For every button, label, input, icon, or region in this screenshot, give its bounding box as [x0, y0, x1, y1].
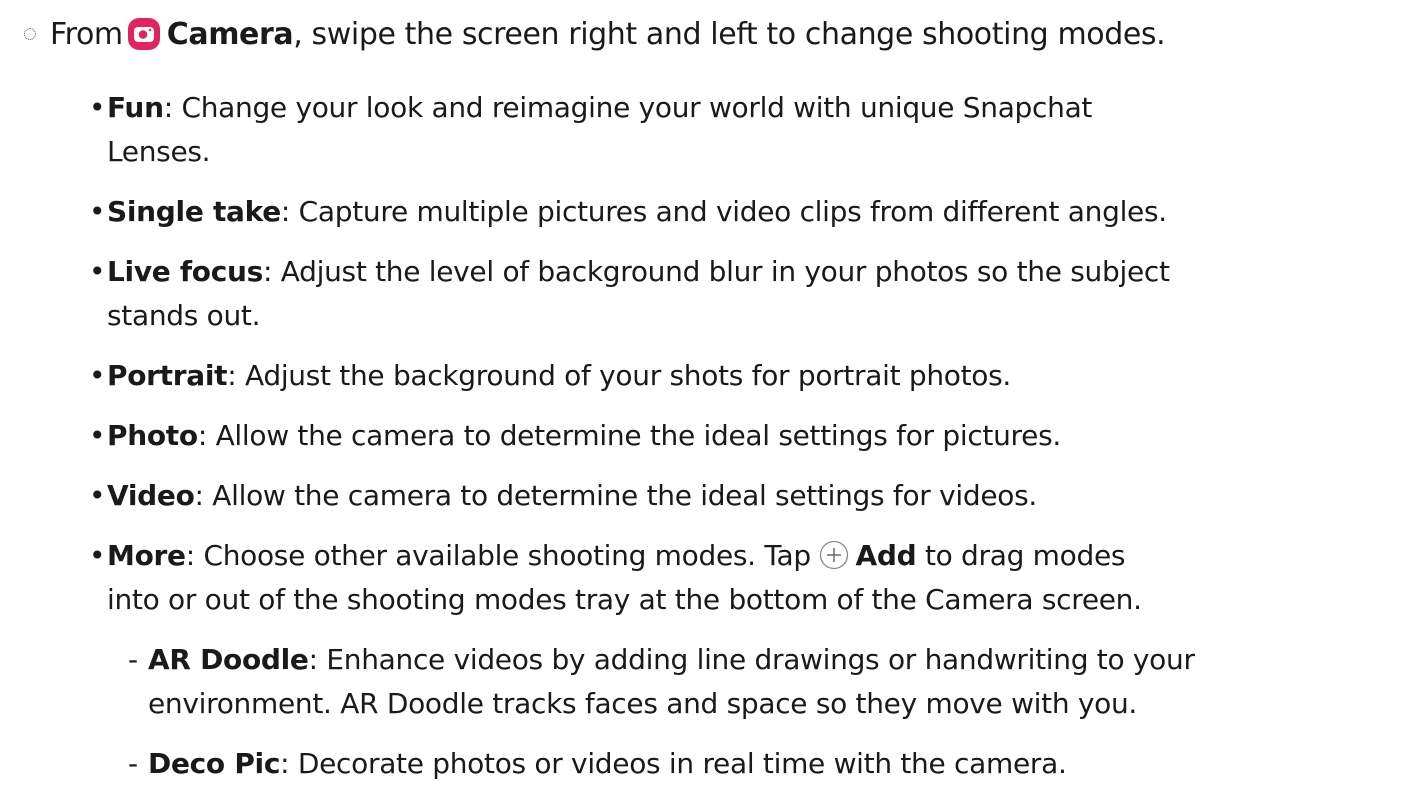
mode-name: More	[107, 539, 186, 572]
item-line: AR Doodle: Enhance videos by adding line…	[148, 643, 1195, 676]
mode-name: Deco Pic	[148, 747, 281, 780]
sublist-item-ar-doodle: - AR Doodle: Enhance videos by adding li…	[128, 638, 1195, 726]
mode-description: Capture multiple pictures and video clip…	[298, 195, 1168, 228]
bullet-icon: •	[89, 419, 106, 452]
add-label: Add	[855, 539, 917, 572]
list-item-fun: • Fun: Change your look and reimagine yo…	[89, 86, 1093, 174]
item-line: Single take: Capture multiple pictures a…	[107, 195, 1168, 228]
item-line: Video: Allow the camera to determine the…	[107, 479, 1037, 512]
bullet-icon: •	[89, 195, 106, 228]
item-line: More: Choose other available shooting mo…	[107, 539, 1126, 572]
intro-paragraph: From Camera, swipe the screen right and l…	[22, 12, 1392, 62]
intro-prefix: From	[50, 17, 123, 52]
mode-name: Photo	[107, 419, 198, 452]
intro-suffix: , swipe the screen right and left to cha…	[293, 17, 1166, 52]
item-line: Deco Pic: Decorate photos or videos in r…	[148, 747, 1067, 780]
help-page: From Camera, swipe the screen right and l…	[0, 0, 1401, 807]
sublist-item-deco-pic: - Deco Pic: Decorate photos or videos in…	[128, 742, 1067, 786]
mode-description: Decorate photos or videos in real time w…	[297, 747, 1067, 780]
camera-app-name: Camera	[166, 17, 294, 52]
bullet-icon: •	[89, 359, 106, 392]
mode-name: Video	[107, 479, 195, 512]
item-line: environment. AR Doodle tracks faces and …	[148, 687, 1138, 720]
bullet-icon: •	[89, 91, 106, 124]
mode-name: Single take	[107, 195, 281, 228]
mode-description: Enhance videos by adding line drawings o…	[326, 643, 1195, 676]
mode-description: Allow the camera to determine the ideal …	[215, 419, 1062, 452]
mode-name: Live focus	[107, 255, 264, 288]
mode-name: AR Doodle	[148, 643, 309, 676]
mode-description: Adjust the level of background blur in y…	[280, 255, 1170, 288]
mode-name: Portrait	[107, 359, 228, 392]
list-item-photo: • Photo: Allow the camera to determine t…	[89, 414, 1062, 458]
mode-name: Fun	[107, 91, 164, 124]
list-item-more: • More: Choose other available shooting …	[89, 534, 1142, 622]
bullet-icon: •	[89, 255, 106, 288]
item-line: Photo: Allow the camera to determine the…	[107, 419, 1062, 452]
camera-icon	[127, 17, 161, 51]
mode-description: Adjust the background of your shots for …	[244, 359, 1012, 392]
bullet-icon: •	[89, 479, 106, 512]
item-line: Fun: Change your look and reimagine your…	[107, 91, 1093, 124]
mode-description: Allow the camera to determine the ideal …	[212, 479, 1037, 512]
list-item-portrait: • Portrait: Adjust the background of you…	[89, 354, 1012, 398]
item-line: Lenses.	[107, 135, 211, 168]
bullet-icon: •	[89, 539, 106, 572]
list-item-video: • Video: Allow the camera to determine t…	[89, 474, 1037, 518]
list-item-single-take: • Single take: Capture multiple pictures…	[89, 190, 1168, 234]
dash-bullet-icon: -	[128, 747, 138, 780]
dash-bullet-icon: -	[128, 643, 138, 676]
mode-description: Change your look and reimagine your worl…	[181, 91, 1093, 124]
item-line: into or out of the shooting modes tray a…	[107, 583, 1142, 616]
mode-description-tail: to drag modes	[924, 539, 1126, 572]
intro-text: From Camera, swipe the screen right and l…	[50, 12, 1166, 58]
circle-bullet-icon	[24, 28, 36, 40]
plus-circle-icon	[819, 539, 849, 570]
mode-description: Choose other available shooting modes. T…	[203, 539, 811, 572]
item-line: stands out.	[107, 299, 261, 332]
item-line: Portrait: Adjust the background of your …	[107, 359, 1012, 392]
list-item-live-focus: • Live focus: Adjust the level of backgr…	[89, 250, 1170, 338]
item-line: Live focus: Adjust the level of backgrou…	[107, 255, 1170, 288]
